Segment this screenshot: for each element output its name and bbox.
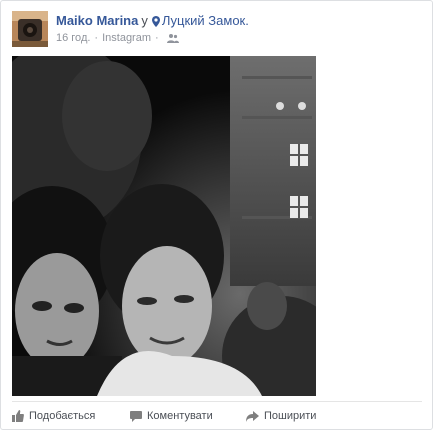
avatar-image bbox=[12, 11, 48, 47]
location-pin-icon bbox=[151, 15, 160, 30]
post-photo[interactable] bbox=[12, 56, 316, 396]
author-name-link[interactable]: Maiko Marina bbox=[56, 13, 138, 28]
share-label: Поширити bbox=[264, 410, 317, 422]
comment-icon bbox=[130, 410, 142, 422]
thumbs-up-icon bbox=[12, 410, 24, 422]
post-actions: Подобається Коментувати Поширити bbox=[12, 406, 422, 426]
post-meta: 16 год. · Instagram · bbox=[56, 32, 179, 46]
post-header: Maiko Marina у Луцкий Замок. bbox=[56, 13, 249, 30]
post-timestamp-link[interactable]: 16 год. bbox=[56, 32, 90, 44]
avatar[interactable] bbox=[12, 11, 48, 47]
location-link[interactable]: Луцкий Замок. bbox=[162, 13, 249, 28]
feed-post: Maiko Marina у Луцкий Замок. 16 год. · Insta… bbox=[0, 0, 433, 430]
meta-separator: · bbox=[94, 32, 99, 44]
actions-divider bbox=[12, 401, 422, 402]
share-button[interactable]: Поширити bbox=[246, 410, 316, 422]
in-word: у bbox=[141, 13, 148, 28]
like-button[interactable]: Подобається bbox=[12, 410, 95, 422]
friends-audience-icon[interactable] bbox=[166, 33, 179, 46]
photo-image bbox=[12, 56, 316, 396]
comment-button[interactable]: Коментувати bbox=[130, 410, 213, 422]
comment-label: Коментувати bbox=[147, 410, 213, 422]
share-arrow-icon bbox=[246, 410, 259, 422]
like-label: Подобається bbox=[29, 410, 96, 422]
meta-separator-2: · bbox=[155, 32, 159, 44]
source-link[interactable]: Instagram bbox=[102, 32, 151, 44]
